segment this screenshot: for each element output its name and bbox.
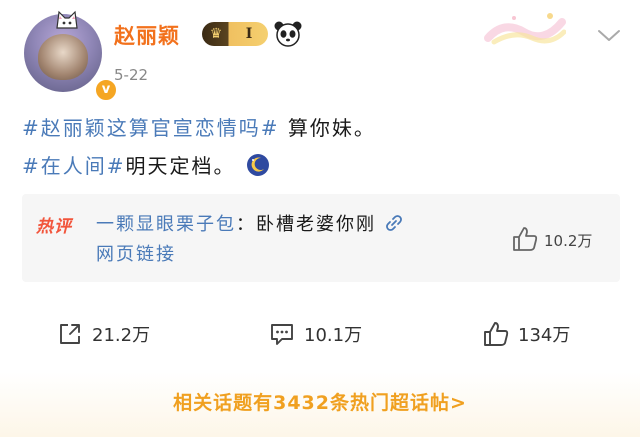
thumbs-up-icon[interactable]: [510, 224, 540, 254]
chevron-down-icon[interactable]: [596, 26, 622, 44]
share-icon: [60, 324, 80, 344]
panda-icon: [274, 21, 302, 47]
comment-icon: [271, 324, 293, 345]
related-topics-link[interactable]: 相关话题有3432条热门超话帖>: [0, 388, 640, 415]
comment-button[interactable]: 10.1万: [268, 318, 362, 350]
avatar-photo: [38, 34, 88, 80]
comment-separator: ：: [236, 214, 256, 235]
card-decoration-icon: [484, 13, 566, 45]
share-count: 21.2万: [92, 325, 151, 346]
post-text: 算你妹。: [279, 116, 376, 140]
weibo-post-card: v 赵丽颖 ♛ I 5-22 #赵丽颖这算官宣恋情吗# 算你妹。 #在人间#明天…: [0, 0, 640, 437]
topic-link[interactable]: #在人间#: [22, 154, 126, 178]
cat-ears-decoration-icon: [56, 10, 78, 29]
crown-icon: ♛: [209, 26, 223, 42]
link-icon: [385, 215, 402, 231]
username[interactable]: 赵丽颖: [114, 20, 180, 50]
web-link[interactable]: 网页链接: [96, 244, 176, 265]
comment-body: 卧槽老婆你刚: [256, 214, 376, 235]
vip-level-text: I: [245, 26, 253, 42]
comment-count: 10.1万: [304, 325, 363, 346]
moon-emoji-icon: [246, 154, 269, 176]
post-text-line: #赵丽颖这算官宣恋情吗# 算你妹。: [22, 112, 376, 141]
vip-level-badge[interactable]: ♛ I: [202, 22, 268, 46]
like-count: 134万: [518, 325, 571, 346]
post-date: 5-22: [114, 66, 149, 84]
avatar[interactable]: v: [24, 10, 118, 102]
topic-link[interactable]: #赵丽颖这算官宣恋情吗#: [22, 116, 280, 140]
hot-comment-text: 一颗显眼栗子包：卧槽老婆你刚 网页链接: [96, 210, 486, 270]
hot-comment-tag: 热评: [36, 217, 72, 237]
thumbs-up-icon: [484, 322, 509, 346]
post-text-line: #在人间#明天定档。: [22, 150, 270, 179]
post-text: 明天定档。: [125, 154, 236, 178]
like-button[interactable]: 134万: [482, 318, 570, 350]
hot-comment-like-count: 10.2万: [544, 232, 593, 250]
hot-comment[interactable]: 热评 一颗显眼栗子包：卧槽老婆你刚 网页链接 10.2万: [22, 194, 620, 282]
share-button[interactable]: 21.2万: [56, 318, 150, 350]
comment-author[interactable]: 一颗显眼栗子包: [96, 214, 236, 235]
